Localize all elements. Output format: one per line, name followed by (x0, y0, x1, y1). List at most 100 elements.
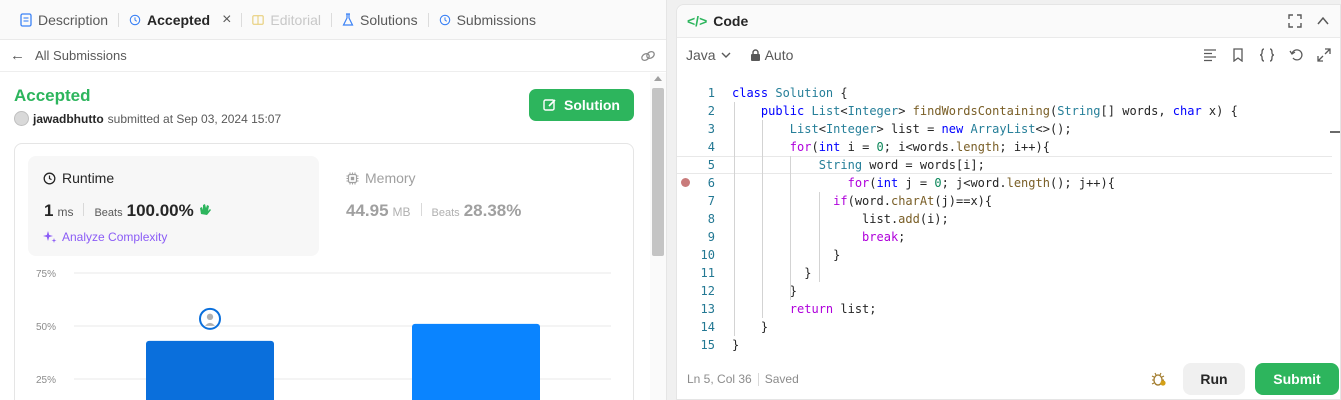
code-line[interactable]: 1 class Solution { (677, 84, 1332, 102)
submission-status: Accepted (14, 86, 91, 105)
editor-scrollbar[interactable] (1330, 79, 1340, 359)
code-text: return list; (789, 302, 877, 316)
memory-value: 44.95 (346, 201, 389, 220)
chart-bar[interactable] (412, 323, 540, 400)
auto-mode-label: Auto (764, 46, 794, 63)
tab-editorial[interactable]: Editorial (242, 0, 331, 40)
app-root: Description Accepted × Editorial Solutio… (0, 0, 1341, 400)
edit-icon (543, 99, 556, 111)
code-text: public List<Integer> findWordsContaining… (760, 104, 1238, 118)
code-line[interactable]: 6 for(int j = 0; j<word.length(); j++){ (677, 174, 1332, 192)
line-number: 11 (700, 266, 715, 280)
scroll-up-arrow-icon[interactable] (654, 76, 662, 81)
line-number: 13 (700, 302, 715, 316)
code-text: class Solution { (732, 86, 848, 100)
editor-toolbar-actions (1203, 47, 1331, 62)
line-number: 3 (707, 122, 715, 136)
format-lines-icon[interactable] (1203, 48, 1217, 62)
run-button[interactable]: Run (1183, 363, 1245, 395)
code-title-label: Code (713, 13, 749, 29)
code-text: list.add(i); (732, 212, 949, 226)
code-line[interactable]: 3 List<Integer> list = new ArrayList<>()… (677, 120, 1332, 138)
line-number: 5 (707, 158, 715, 172)
indent-guide (790, 156, 791, 300)
tab-submissions[interactable]: Submissions (429, 0, 546, 40)
memory-beats-value: 28.38% (463, 201, 522, 220)
runtime-value-row: 1 ms Beats 100.00% (44, 201, 212, 221)
code-line[interactable]: 14 } (677, 318, 1332, 336)
curly-braces-icon[interactable] (1259, 47, 1275, 62)
line-number: 9 (707, 230, 715, 244)
arrow-left-icon[interactable]: ← (10, 47, 25, 64)
all-submissions-link[interactable]: All Submissions (35, 48, 127, 63)
runtime-distribution-chart: 75% 50% 25% (36, 269, 611, 400)
book-icon (252, 14, 265, 25)
clock-icon (43, 172, 56, 184)
memory-title[interactable]: Memory (346, 170, 416, 186)
code-line[interactable]: 11 } (677, 264, 1332, 282)
submit-button[interactable]: Submit (1255, 363, 1339, 395)
fullscreen-icon[interactable] (1288, 14, 1302, 28)
debug-bug-icon[interactable] (1151, 371, 1167, 387)
code-line[interactable]: 10 } (677, 246, 1332, 264)
code-line[interactable]: 8 list.add(i); (677, 210, 1332, 228)
submitted-time: submitted at Sep 03, 2024 15:07 (107, 111, 282, 126)
chart-bar[interactable] (146, 340, 274, 400)
code-line[interactable]: 15} (677, 336, 1332, 354)
bookmark-icon[interactable] (1231, 47, 1245, 62)
runtime-unit: ms (57, 205, 74, 219)
runtime-beats-label: Beats (94, 207, 123, 219)
line-number: 10 (700, 248, 715, 262)
close-icon[interactable]: × (222, 11, 231, 29)
tab-submissions-label: Submissions (456, 11, 536, 28)
code-text: for(int i = 0; i<words.length; i++){ (789, 140, 1050, 154)
auto-mode[interactable]: Auto (750, 46, 794, 63)
avatar[interactable] (14, 111, 29, 126)
left-tab-bar: Description Accepted × Editorial Solutio… (0, 0, 666, 40)
left-scrollbar[interactable] (650, 73, 666, 400)
code-text: if(word.charAt(j)==x){ (833, 194, 993, 208)
runtime-beats-value: 100.00% (126, 201, 194, 220)
expand-icon[interactable] (1317, 47, 1331, 62)
tab-accepted[interactable]: Accepted × (119, 0, 241, 40)
code-line[interactable]: 9 break; (677, 228, 1332, 246)
analyze-complexity-link[interactable]: Analyze Complexity (43, 230, 167, 244)
memory-beats-label: Beats (431, 207, 460, 219)
breakpoint-dot[interactable] (681, 178, 690, 187)
y-tick-label: 25% (36, 375, 56, 386)
editor-toolbar: Java Auto (677, 38, 1340, 71)
code-line[interactable]: 5 String word = words[i]; (677, 156, 1332, 174)
tab-description[interactable]: Description (10, 0, 118, 40)
code-line[interactable]: 13 return list; (677, 300, 1332, 318)
scrollbar-thumb[interactable] (652, 88, 664, 256)
solution-button[interactable]: Solution (529, 89, 634, 121)
line-number: 7 (707, 194, 715, 208)
link-icon[interactable] (640, 49, 656, 63)
y-tick-label: 50% (36, 322, 56, 333)
code-line[interactable]: 4 for(int i = 0; i<words.length; i++){ (677, 138, 1332, 156)
runtime-box[interactable]: Runtime 1 ms Beats 100.00% Analyze Compl… (28, 156, 319, 256)
user-position-marker[interactable] (199, 307, 221, 330)
indent-guide (734, 102, 735, 336)
indent-guide (762, 120, 763, 318)
code-line[interactable]: 12 } (677, 282, 1332, 300)
code-line[interactable]: 7 if(word.charAt(j)==x){ (677, 192, 1332, 210)
line-number: 2 (707, 104, 715, 118)
line-number: 1 (707, 86, 715, 100)
editor-footer: Ln 5, Col 36 Saved Run Submit (677, 359, 1341, 399)
code-text: } (732, 284, 798, 298)
scrollbar-marker (1330, 131, 1340, 133)
tab-description-label: Description (38, 11, 109, 28)
analyze-complexity-label: Analyze Complexity (62, 230, 168, 244)
submission-subheader: ← All Submissions (0, 40, 666, 72)
tab-solutions[interactable]: Solutions (332, 0, 428, 40)
code-text: } (732, 338, 740, 352)
language-select[interactable]: Java (686, 47, 732, 63)
code-editor[interactable]: 1 class Solution { 2 public List<Integer> … (677, 79, 1332, 359)
code-line[interactable]: 2 public List<Integer> findWordsContaini… (677, 102, 1332, 120)
memory-value-row: 44.95 MB Beats 28.38% (346, 201, 521, 221)
username[interactable]: jawadbhutto (33, 112, 104, 126)
line-number: 8 (707, 212, 715, 226)
chevron-up-icon[interactable] (1316, 14, 1330, 28)
reset-icon[interactable] (1289, 48, 1303, 62)
